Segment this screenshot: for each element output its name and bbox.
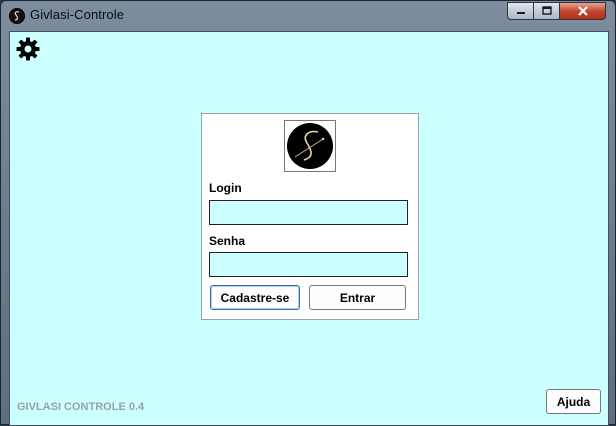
minimize-icon <box>508 3 533 19</box>
password-label: Senha <box>209 234 246 248</box>
password-input[interactable] <box>209 252 408 277</box>
login-panel: Login Senha Cadastre-se Entrar <box>201 113 419 320</box>
givlasi-logo <box>284 120 336 172</box>
settings-button[interactable] <box>15 36 41 62</box>
register-button[interactable]: Cadastre-se <box>210 285 300 310</box>
login-input[interactable] <box>209 200 408 225</box>
app-window: Givlasi-Controle Login Senha Cadastre-se… <box>0 0 616 426</box>
close-button[interactable] <box>559 2 606 20</box>
main-area: Login Senha Cadastre-se Entrar GIVLASI C… <box>9 31 609 426</box>
version-label: GIVLASI CONTROLE 0.4 <box>17 401 145 413</box>
gear-icon <box>16 37 40 61</box>
maximize-button[interactable] <box>533 2 560 20</box>
maximize-icon <box>534 3 559 19</box>
close-icon <box>560 3 605 19</box>
window-title: Givlasi-Controle <box>30 7 125 22</box>
app-logo-icon <box>9 8 25 24</box>
title-bar[interactable]: Givlasi-Controle <box>1 1 615 29</box>
minimize-button[interactable] <box>507 2 534 20</box>
help-button[interactable]: Ajuda <box>546 389 601 414</box>
login-label: Login <box>209 181 242 195</box>
enter-button[interactable]: Entrar <box>309 285 406 310</box>
